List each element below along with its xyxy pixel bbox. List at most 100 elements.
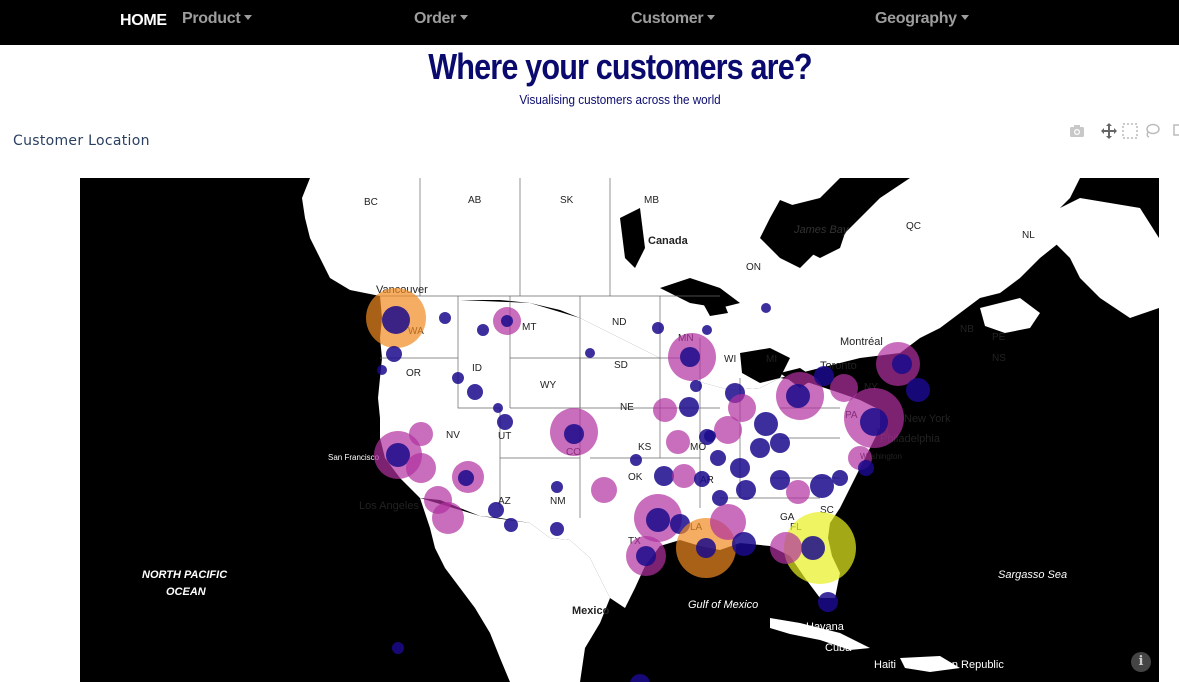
page-title: Where your customers are? (428, 46, 812, 87)
customer-bubble[interactable] (786, 384, 810, 408)
customer-bubble[interactable] (810, 474, 834, 498)
label-los-angeles: Los Angeles (359, 500, 419, 512)
customer-bubble[interactable] (392, 642, 404, 654)
customer-bubble[interactable] (497, 414, 513, 430)
customer-bubble[interactable] (892, 354, 912, 374)
customer-bubble[interactable] (646, 508, 670, 532)
label-new-york: New York (904, 413, 951, 425)
customer-bubble[interactable] (814, 366, 834, 386)
customer-bubble[interactable] (754, 412, 778, 436)
customer-bubble[interactable] (630, 454, 642, 466)
customer-bubble[interactable] (680, 347, 700, 367)
label-james-bay: James Bay (793, 224, 850, 236)
customer-bubble[interactable] (858, 460, 874, 476)
customer-bubble[interactable] (585, 348, 595, 358)
label-haiti: Haiti (874, 659, 896, 671)
customer-bubble[interactable] (564, 424, 584, 444)
customer-bubble[interactable] (504, 518, 518, 532)
customer-bubble[interactable] (730, 458, 750, 478)
label-san-francisco: San Francisco (328, 453, 380, 462)
map-canvas[interactable]: BC AB SK MB QC NL ON NB PE NS WA MT ND M… (80, 178, 1159, 682)
customer-bubble[interactable] (690, 380, 702, 392)
info-icon[interactable]: i (1131, 652, 1151, 672)
nav-home[interactable]: HOME (120, 12, 167, 30)
customer-bubble[interactable] (488, 502, 504, 518)
customer-bubble[interactable] (406, 453, 436, 483)
label-on: ON (746, 262, 761, 273)
customer-bubble[interactable] (654, 466, 674, 486)
customer-bubble[interactable] (696, 538, 716, 558)
customer-bubble[interactable] (551, 481, 563, 493)
camera-icon[interactable] (1068, 122, 1086, 140)
label-ns: NS (992, 353, 1006, 364)
customer-bubble[interactable] (458, 470, 474, 486)
nav-product-dropdown[interactable]: Product (182, 10, 253, 28)
customer-bubble[interactable] (382, 306, 410, 334)
customer-bubble[interactable] (672, 464, 696, 488)
label-ks: KS (638, 442, 652, 453)
customer-bubble[interactable] (679, 397, 699, 417)
label-wi: WI (724, 354, 736, 365)
customer-bubble[interactable] (409, 422, 433, 446)
customer-bubble[interactable] (467, 384, 483, 400)
customer-bubble[interactable] (493, 403, 503, 413)
label-golfo-de-california: Golfo de California (460, 581, 551, 593)
label-ab: AB (468, 195, 482, 206)
customer-bubble[interactable] (736, 480, 756, 500)
customer-bubble[interactable] (702, 325, 712, 335)
customer-bubble[interactable] (666, 430, 690, 454)
customer-bubble[interactable] (501, 315, 513, 327)
label-pe: PE (992, 332, 1006, 343)
nav-geography-dropdown[interactable]: Geography (875, 10, 969, 28)
label-dominican-republic: Dominican Republic (906, 659, 1004, 671)
label-mexico: Mexico (572, 605, 610, 617)
label-ne: NE (620, 402, 634, 413)
nav-product-label: Product (182, 10, 241, 27)
customer-bubble[interactable] (770, 433, 790, 453)
customer-bubble[interactable] (630, 674, 650, 682)
customer-location-map[interactable]: BC AB SK MB QC NL ON NB PE NS WA MT ND M… (80, 178, 1159, 682)
customer-bubble[interactable] (714, 416, 742, 444)
customer-bubble[interactable] (732, 532, 756, 556)
customer-bubble[interactable] (386, 346, 402, 362)
customer-bubble[interactable] (694, 471, 710, 487)
customer-bubble[interactable] (432, 502, 464, 534)
nav-customer-dropdown[interactable]: Customer (631, 10, 716, 28)
customer-bubble[interactable] (386, 443, 410, 467)
customer-bubble[interactable] (591, 477, 617, 503)
customer-bubble[interactable] (770, 532, 802, 564)
nav-order-dropdown[interactable]: Order (414, 10, 469, 28)
customer-bubble[interactable] (652, 322, 664, 334)
customer-bubble[interactable] (770, 470, 790, 490)
label-ocean: OCEAN (166, 586, 207, 598)
customer-bubble[interactable] (818, 592, 838, 612)
pan-icon[interactable] (1100, 122, 1118, 140)
label-cuba: Cuba (825, 642, 852, 654)
customer-bubble[interactable] (704, 430, 716, 442)
customer-bubble[interactable] (761, 303, 771, 313)
customer-bubble[interactable] (710, 450, 726, 466)
customer-bubble[interactable] (712, 490, 728, 506)
customer-bubble[interactable] (860, 408, 888, 436)
chart-title: Customer Location (13, 133, 150, 149)
label-ok: OK (628, 472, 643, 483)
customer-bubble[interactable] (452, 372, 464, 384)
customer-bubble[interactable] (832, 470, 848, 486)
customer-bubble[interactable] (801, 536, 825, 560)
customer-bubble[interactable] (439, 312, 451, 324)
customer-bubble[interactable] (550, 522, 564, 536)
label-ut: UT (498, 431, 511, 442)
customer-bubble[interactable] (477, 324, 489, 336)
lasso-select-icon[interactable] (1143, 122, 1161, 140)
customer-bubble[interactable] (653, 398, 677, 422)
customer-bubble[interactable] (377, 365, 387, 375)
customer-bubble[interactable] (636, 546, 656, 566)
box-select-icon[interactable] (1121, 122, 1139, 140)
customer-bubble[interactable] (786, 480, 810, 504)
zoom-icon[interactable] (1171, 122, 1179, 140)
label-nv: NV (446, 430, 460, 441)
customer-bubble[interactable] (750, 438, 770, 458)
nav-order-label: Order (414, 10, 457, 27)
label-havana: Havana (806, 621, 845, 633)
customer-bubble[interactable] (906, 378, 930, 402)
